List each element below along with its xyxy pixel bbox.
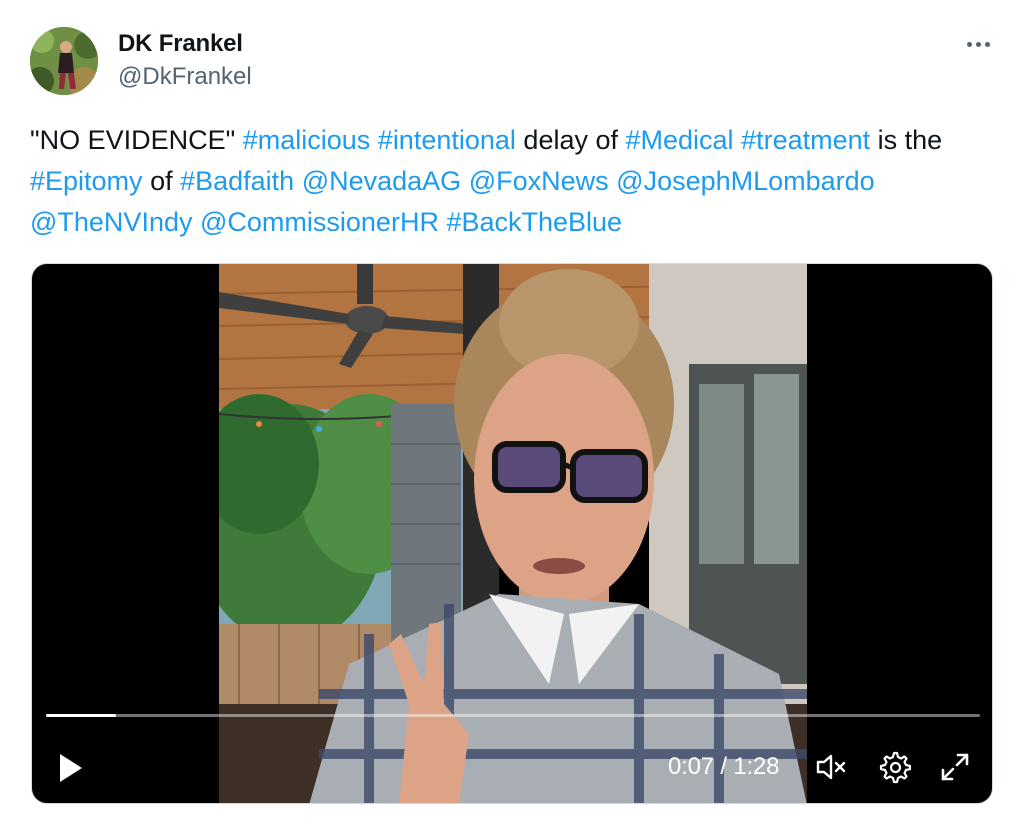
hashtag-link[interactable]: #malicious xyxy=(243,125,371,155)
tweet-text-segment: is the xyxy=(870,125,943,155)
mention-link[interactable]: @NevadaAG xyxy=(302,166,461,196)
tweet-text-segment: of xyxy=(142,166,181,196)
fullscreen-icon[interactable] xyxy=(938,750,972,784)
video-still xyxy=(219,264,807,803)
mention-link[interactable]: @TheNVIndy xyxy=(30,207,192,237)
more-dot xyxy=(984,41,990,47)
video-frame[interactable] xyxy=(219,264,807,803)
more-options-icon[interactable] xyxy=(960,32,996,56)
tweet-text-segment xyxy=(370,125,378,155)
hashtag-link[interactable]: #Badfaith xyxy=(180,166,294,196)
tweet-card: DK Frankel @DkFrankel "NO EVIDENCE" #mal… xyxy=(0,0,1024,828)
tweet-text: "NO EVIDENCE" #malicious #intentional de… xyxy=(30,120,990,243)
mention-link[interactable]: @JosephMLombardo xyxy=(616,166,875,196)
more-dot xyxy=(975,41,981,47)
video-progress-fill xyxy=(46,714,117,717)
tweet-text-segment xyxy=(734,125,742,155)
hashtag-link[interactable]: #BackTheBlue xyxy=(446,207,622,237)
video-controls: 0:07 / 1:28 xyxy=(32,742,992,792)
author-handle[interactable]: @DkFrankel xyxy=(118,63,252,91)
hashtag-link[interactable]: #intentional xyxy=(378,125,516,155)
hashtag-link[interactable]: #treatment xyxy=(741,125,870,155)
video-player[interactable]: 0:07 / 1:28 xyxy=(31,263,993,804)
hashtag-link[interactable]: #Epitomy xyxy=(30,166,143,196)
video-time-display: 0:07 / 1:28 xyxy=(668,753,780,780)
video-progress-bar[interactable] xyxy=(46,714,980,717)
tweet-text-segment xyxy=(461,166,469,196)
mention-link[interactable]: @FoxNews xyxy=(469,166,609,196)
mute-icon[interactable] xyxy=(814,750,848,784)
more-dot xyxy=(966,41,972,47)
hashtag-link[interactable]: #Medical xyxy=(626,125,734,155)
play-icon[interactable] xyxy=(50,748,90,788)
settings-gear-icon[interactable] xyxy=(877,750,911,784)
author-avatar[interactable] xyxy=(30,27,98,95)
author-display-name[interactable]: DK Frankel xyxy=(118,30,243,58)
tweet-text-segment xyxy=(192,207,200,237)
tweet-text-segment xyxy=(294,166,302,196)
tweet-text-segment: "NO EVIDENCE" xyxy=(30,125,243,155)
mention-link[interactable]: @CommissionerHR xyxy=(200,207,439,237)
tweet-text-segment: delay of xyxy=(515,125,626,155)
avatar-photo xyxy=(30,27,98,95)
